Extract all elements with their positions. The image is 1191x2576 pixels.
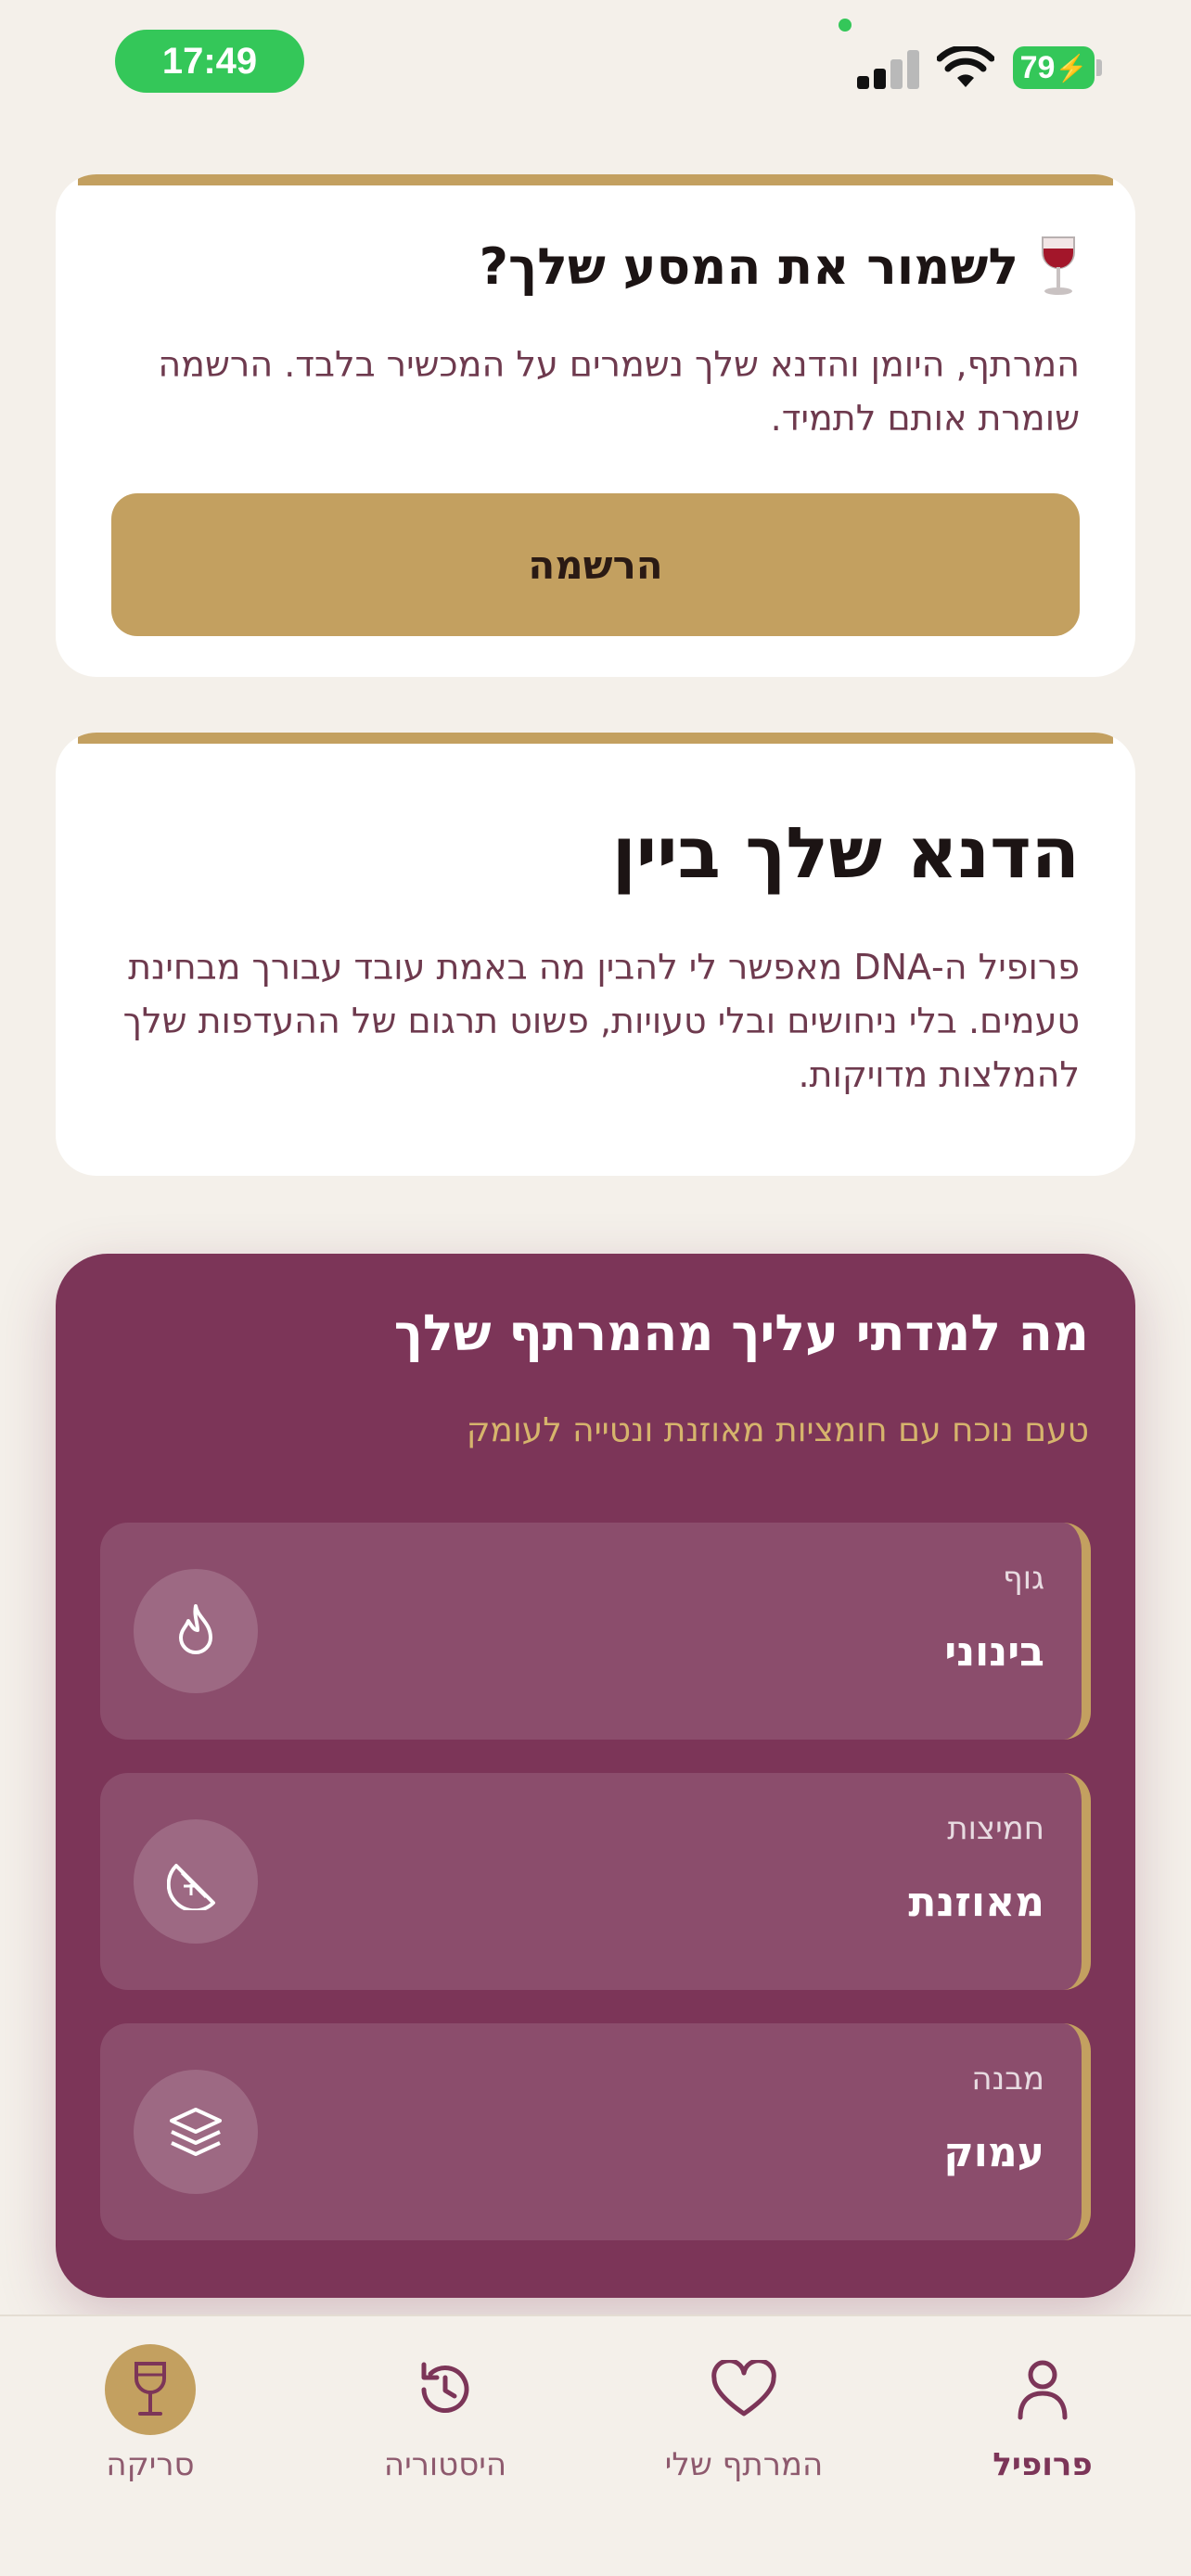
cellar-insights-card: מה למדתי עליך מהמרתף שלך טעם נוכח עם חומ… bbox=[56, 1254, 1135, 2298]
nav-label: המרתף שלי bbox=[664, 2446, 824, 2483]
camera-indicator-icon bbox=[839, 19, 852, 32]
trait-value: בינוני bbox=[944, 1628, 1044, 1676]
status-bar: 17:49 79 ⚡ bbox=[0, 0, 1191, 111]
trait-body: גוף בינוני bbox=[100, 1523, 1091, 1740]
dna-card-title: הדנא שלך ביין bbox=[611, 811, 1080, 894]
heart-icon bbox=[698, 2344, 789, 2435]
trait-label: מבנה bbox=[971, 2060, 1044, 2098]
wifi-icon bbox=[937, 46, 994, 87]
trait-structure: מבנה עמוק bbox=[100, 2023, 1091, 2240]
wine-glass-icon bbox=[1042, 236, 1075, 295]
charging-bolt-icon: ⚡ bbox=[1055, 53, 1088, 83]
trait-acidity: חמיצות מאוזנת bbox=[100, 1773, 1091, 1990]
citrus-icon bbox=[134, 1819, 258, 1944]
wine-glass-icon bbox=[105, 2344, 196, 2435]
dna-card-description: פרופיל ה-DNA מאפשר לי להבין מה באמת עובד… bbox=[122, 947, 1080, 1095]
trait-value: מאוזנת bbox=[908, 1879, 1044, 1926]
profile-icon bbox=[997, 2344, 1088, 2435]
trait-label: גוף bbox=[1002, 1560, 1044, 1597]
battery-tip bbox=[1096, 59, 1102, 76]
layers-icon bbox=[134, 2070, 258, 2194]
trait-value: עמוק bbox=[943, 2129, 1044, 2176]
wine-dna-card: הדנא שלך ביין פרופיל ה-DNA מאפשר לי להבי… bbox=[56, 733, 1135, 1176]
history-icon bbox=[400, 2344, 491, 2435]
save-journey-card: לשמור את המסע שלך? המרתף, היומן והדנא של… bbox=[56, 174, 1135, 677]
nav-scan[interactable]: סריקה bbox=[30, 2344, 271, 2511]
flame-icon bbox=[134, 1569, 258, 1693]
save-card-title-text: לשמור את המסע שלך? bbox=[479, 236, 1018, 296]
cellar-card-title: מה למדתי עליך מהמרתף שלך bbox=[393, 1304, 1089, 1362]
status-time: 17:49 bbox=[115, 30, 304, 93]
nav-profile[interactable]: פרופיל bbox=[922, 2344, 1163, 2511]
battery-indicator: 79 ⚡ bbox=[1013, 46, 1095, 89]
app-screen: 17:49 79 ⚡ לשמור את המסע שלך? המרתף, היו… bbox=[0, 0, 1191, 2576]
trait-label: חמיצות bbox=[947, 1810, 1044, 1847]
save-card-description: המרתף, היומן והדנא שלך נשמרים על המכשיר … bbox=[158, 344, 1080, 439]
nav-label: סריקה bbox=[106, 2446, 195, 2483]
nav-history[interactable]: היסטוריה bbox=[325, 2344, 566, 2511]
nav-my-cellar[interactable]: המרתף שלי bbox=[623, 2344, 864, 2511]
nav-label: היסטוריה bbox=[383, 2446, 507, 2483]
save-card-title: לשמור את המסע שלך? bbox=[111, 236, 1080, 297]
battery-level: 79 bbox=[1019, 49, 1056, 85]
nav-label: פרופיל bbox=[992, 2446, 1093, 2483]
bottom-navigation: סריקה היסטוריה המרתף שלי פרופיל bbox=[0, 2315, 1191, 2576]
cellar-card-subtitle: טעם נוכח עם חומציות מאוזנת ונטייה לעומק bbox=[466, 1411, 1089, 1449]
signup-button[interactable]: הרשמה bbox=[111, 493, 1080, 636]
cellular-signal-icon bbox=[857, 48, 920, 89]
